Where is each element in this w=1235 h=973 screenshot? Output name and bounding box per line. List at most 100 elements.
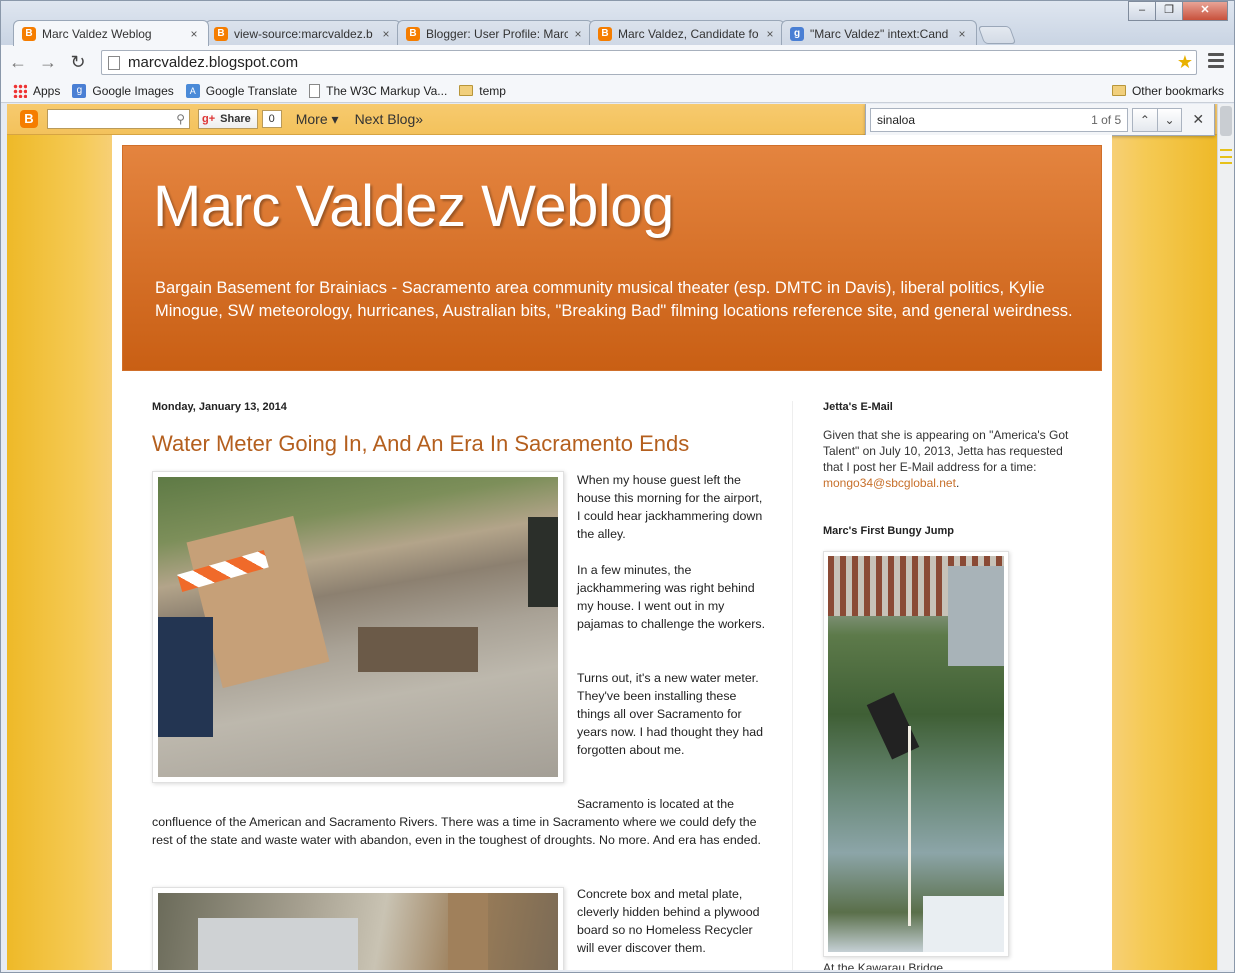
bungy-photo[interactable]	[823, 551, 1009, 957]
email-link[interactable]: mongo34@sbcglobal.net	[823, 476, 956, 490]
find-bar: sinaloa 1 of 5 ⌃ ⌄ ✕	[865, 104, 1215, 136]
next-blog-link[interactable]: Next Blog»	[355, 111, 423, 127]
blogger-icon[interactable]: B	[20, 110, 38, 128]
maximize-button[interactable]: ❐	[1155, 1, 1183, 21]
tab-title: Blogger: User Profile: Marc	[426, 26, 568, 41]
back-arrow-icon[interactable]: ←	[5, 50, 31, 74]
bookmark-google-translate[interactable]: A Google Translate	[185, 83, 298, 98]
sidebar-title-bungy: Marc's First Bungy Jump	[823, 525, 954, 537]
bookmark-label: Google Translate	[205, 83, 298, 98]
bookmarks-bar: Apps g Google Images A Google Translate Th…	[1, 79, 1234, 103]
find-close-button[interactable]: ✕	[1186, 111, 1210, 128]
sidebar-title-jetta: Jetta's E-Mail	[823, 401, 893, 413]
star-icon[interactable]: ★	[1174, 52, 1196, 73]
blogger-icon: B	[214, 26, 228, 41]
more-label: More	[295, 110, 328, 127]
post-paragraph-3: Turns out, it's a new water meter. They'…	[577, 671, 763, 757]
google-icon: g	[72, 83, 87, 98]
blog-content: Marc Valdez Weblog Bargain Basement for …	[112, 135, 1112, 970]
address-bar[interactable]: marcvaldez.blogspot.com ★	[101, 50, 1197, 75]
tab-google-search[interactable]: g "Marc Valdez" intext:Cand ×	[781, 20, 977, 46]
bookmark-google-images[interactable]: g Google Images	[72, 83, 174, 98]
title-bar: B Marc Valdez Weblog × B view-source:mar…	[1, 1, 1234, 46]
find-input[interactable]: sinaloa 1 of 5	[870, 107, 1129, 132]
tab-view-source[interactable]: B view-source:marcvaldez.b ×	[205, 20, 401, 46]
close-icon[interactable]: ×	[956, 27, 968, 41]
tab-title: Marc Valdez, Candidate fo	[618, 26, 759, 41]
search-icon[interactable]: ⚲	[176, 112, 185, 126]
close-icon[interactable]: ×	[380, 27, 392, 41]
google-plus-icon: g+	[202, 113, 216, 125]
folder-icon	[1111, 85, 1126, 96]
tab-marc-valdez-weblog[interactable]: B Marc Valdez Weblog ×	[13, 20, 209, 46]
minimize-button[interactable]: –	[1128, 1, 1156, 21]
scrollbar-thumb[interactable]	[1220, 106, 1232, 136]
bungy-image	[828, 556, 1004, 952]
blog-description: Bargain Basement for Brainiacs - Sacrame…	[155, 279, 1073, 320]
blog-search-input[interactable]: ⚲	[47, 109, 190, 129]
page-icon	[309, 83, 321, 98]
browser-window: B Marc Valdez Weblog × B view-source:mar…	[0, 0, 1235, 973]
tab-title: Marc Valdez Weblog	[42, 26, 152, 41]
find-match-marker	[1220, 149, 1232, 151]
post-image	[158, 893, 558, 970]
bookmark-temp[interactable]: temp	[459, 84, 506, 98]
menu-icon[interactable]	[1208, 53, 1224, 71]
share-button[interactable]: g+ Share	[198, 109, 258, 129]
vertical-scrollbar[interactable]	[1217, 104, 1234, 970]
post-paragraph-4: Sacramento is located at the confluence …	[152, 797, 761, 847]
post-paragraph-5: Concrete box and metal plate, cleverly h…	[577, 887, 760, 955]
find-query[interactable]: sinaloa	[877, 113, 1091, 127]
reload-icon[interactable]: ↻	[65, 50, 91, 74]
tab-strip: B Marc Valdez Weblog × B view-source:mar…	[13, 20, 1017, 46]
find-next-button[interactable]: ⌄	[1156, 107, 1183, 132]
share-count: 0	[261, 110, 282, 128]
bookmark-label: temp	[479, 83, 506, 98]
share-label: Share	[220, 113, 251, 125]
post-image	[158, 477, 558, 777]
sidebar: Jetta's E-Mail Given that she is appeari…	[792, 401, 1082, 970]
bookmark-other[interactable]: Other bookmarks	[1111, 84, 1224, 98]
apps-icon	[13, 83, 27, 98]
page-icon	[108, 55, 120, 70]
tab-user-profile[interactable]: B Blogger: User Profile: Marc ×	[397, 20, 593, 46]
post-date: Monday, January 13, 2014	[152, 401, 287, 413]
post-title[interactable]: Water Meter Going In, And An Era In Sacr…	[152, 431, 764, 457]
forward-arrow-icon[interactable]: →	[35, 50, 61, 74]
translate-icon: A	[185, 83, 200, 98]
bookmark-label: Google Images	[92, 83, 174, 98]
tab-title: view-source:marcvaldez.b	[234, 26, 373, 41]
blog-header: Marc Valdez Weblog Bargain Basement for …	[122, 145, 1102, 371]
post-photo-concrete-box[interactable]	[152, 887, 564, 970]
close-icon[interactable]: ×	[572, 27, 584, 41]
chevron-down-icon: ▾	[331, 110, 339, 127]
find-count: 1 of 5	[1091, 112, 1122, 127]
post-paragraph-1: When my house guest left the house this …	[577, 473, 763, 541]
tab-candidate[interactable]: B Marc Valdez, Candidate fo ×	[589, 20, 785, 46]
folder-icon	[459, 85, 474, 96]
bungy-caption: At the Kawarau Bridge	[823, 961, 944, 970]
close-window-button[interactable]: ✕	[1182, 1, 1228, 21]
blog-post: Monday, January 13, 2014 Water Meter Goi…	[152, 401, 765, 970]
find-previous-button[interactable]: ⌃	[1132, 107, 1158, 132]
page-viewport: B ⚲ g+ Share 0 More ▾ Next Blog» sinaloa …	[7, 104, 1217, 970]
bookmark-label: The W3C Markup Va...	[326, 83, 448, 98]
tab-title: "Marc Valdez" intext:Cand	[810, 26, 949, 41]
new-tab-button[interactable]	[977, 26, 1017, 44]
find-match-marker	[1220, 162, 1232, 164]
bookmark-w3c-validator[interactable]: The W3C Markup Va...	[309, 83, 448, 98]
blog-title[interactable]: Marc Valdez Weblog	[153, 173, 674, 240]
url-text[interactable]: marcvaldez.blogspot.com	[128, 54, 1174, 71]
sidebar-text-jetta: Given that she is appearing on "America'…	[823, 427, 1081, 491]
blogger-icon: B	[22, 26, 36, 41]
sidebar-text: Given that she is appearing on "America'…	[823, 428, 1069, 474]
bookmark-apps[interactable]: Apps	[13, 83, 61, 98]
window-controls: – ❐ ✕	[1128, 1, 1228, 21]
blogger-icon: B	[406, 26, 420, 41]
close-icon[interactable]: ×	[764, 27, 776, 41]
close-icon[interactable]: ×	[188, 27, 200, 41]
bookmark-label: Apps	[33, 83, 61, 98]
more-menu[interactable]: More ▾	[296, 111, 339, 128]
post-photo-water-meter[interactable]	[152, 471, 564, 783]
sidebar-text: .	[955, 476, 960, 490]
